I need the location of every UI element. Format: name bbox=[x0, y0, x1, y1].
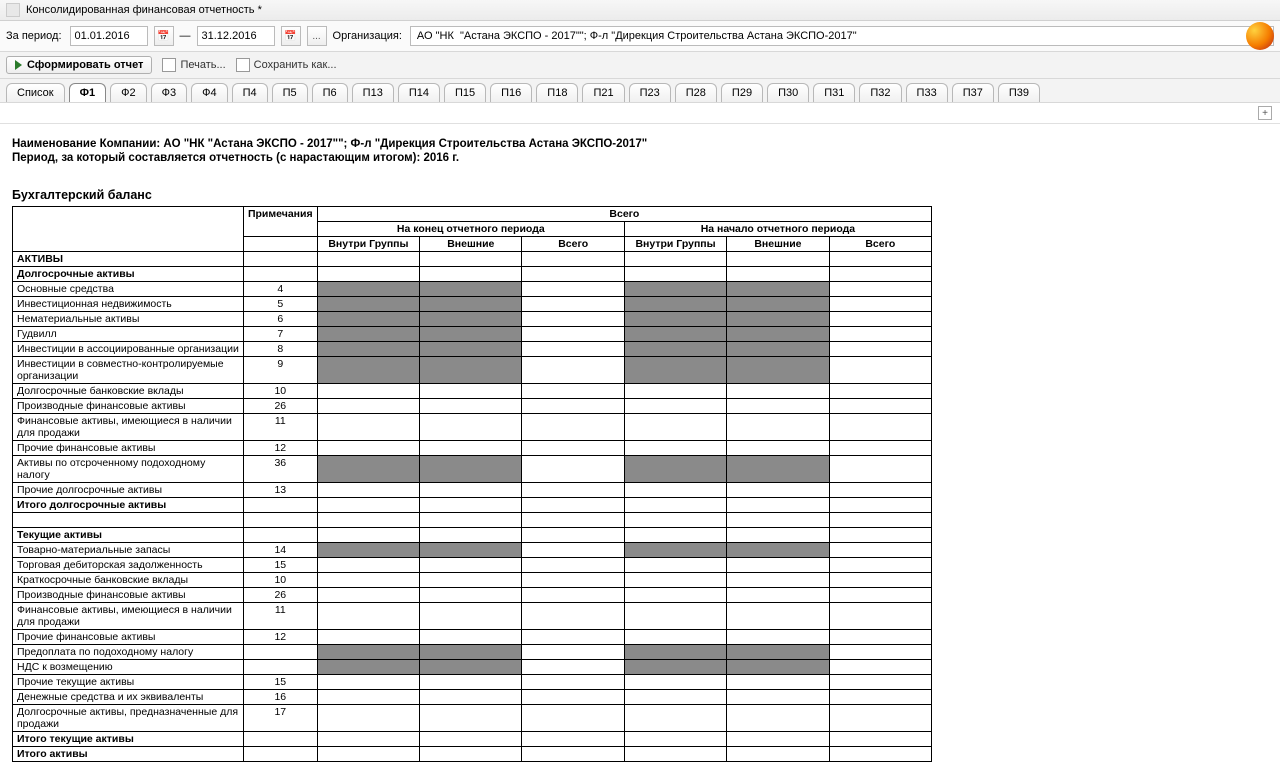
col-name-header bbox=[13, 207, 244, 252]
tab-Ф2[interactable]: Ф2 bbox=[110, 83, 146, 102]
toolbar: Сформировать отчет Печать... Сохранить к… bbox=[0, 52, 1280, 79]
notes-sub bbox=[243, 237, 317, 252]
tab-П15[interactable]: П15 bbox=[444, 83, 486, 102]
tab-П18[interactable]: П18 bbox=[536, 83, 578, 102]
col-total-header: Всего bbox=[317, 207, 931, 222]
table-row: Итого активы bbox=[13, 747, 932, 762]
tab-П29[interactable]: П29 bbox=[721, 83, 763, 102]
end-period-header: На конец отчетного периода bbox=[317, 222, 624, 237]
tab-Ф1[interactable]: Ф1 bbox=[69, 83, 107, 102]
balance-table: Примечания Всего На конец отчетного пери… bbox=[12, 206, 932, 762]
table-row: Инвестиционная недвижимость5 bbox=[13, 297, 932, 312]
table-row: Финансовые активы, имеющиеся в наличии д… bbox=[13, 414, 932, 441]
tab-П32[interactable]: П32 bbox=[859, 83, 901, 102]
table-row: Денежные средства и их эквиваленты16 bbox=[13, 690, 932, 705]
tab-П23[interactable]: П23 bbox=[629, 83, 671, 102]
company-line: Наименование Компании: АО "НК "Астана ЭК… bbox=[12, 138, 1268, 150]
organization-input[interactable] bbox=[410, 26, 1274, 46]
table-row: Производные финансовые активы26 bbox=[13, 399, 932, 414]
table-row bbox=[13, 513, 932, 528]
table-row: Основные средства4 bbox=[13, 282, 932, 297]
tab-П14[interactable]: П14 bbox=[398, 83, 440, 102]
table-row: Активы по отсроченному подоходному налог… bbox=[13, 456, 932, 483]
print-button[interactable]: Печать... bbox=[162, 58, 225, 72]
table-row: Производные финансовые активы26 bbox=[13, 588, 932, 603]
end-total: Всего bbox=[522, 237, 624, 252]
tabs-bar: СписокФ1Ф2 Ф3Ф4 П4П5П6П13П14П15П16П18П21 П2… bbox=[0, 79, 1280, 103]
table-row: Инвестиции в совместно-контролируемые ор… bbox=[13, 357, 932, 384]
filter-bar: За период: 📅 — 📅 ... Организация: bbox=[0, 21, 1280, 52]
section-title: Бухгалтерский баланс bbox=[12, 188, 1268, 202]
table-row: Гудвилл7 bbox=[13, 327, 932, 342]
beg-ingroup: Внутри Группы bbox=[624, 237, 726, 252]
brand-logo bbox=[1246, 22, 1274, 50]
table-row: Краткосрочные банковские вклады10 bbox=[13, 573, 932, 588]
generate-label: Сформировать отчет bbox=[27, 59, 143, 71]
date-from-input[interactable] bbox=[70, 26, 148, 46]
period-line: Период, за который составляется отчетнос… bbox=[12, 152, 1268, 164]
tab-П4[interactable]: П4 bbox=[232, 83, 268, 102]
tab-П33[interactable]: П33 bbox=[906, 83, 948, 102]
tab-П5[interactable]: П5 bbox=[272, 83, 308, 102]
save-as-button[interactable]: Сохранить как... bbox=[236, 58, 337, 72]
table-row: АКТИВЫ bbox=[13, 252, 932, 267]
table-row: НДС к возмещению bbox=[13, 660, 932, 675]
play-icon bbox=[15, 60, 22, 70]
table-row: Торговая дебиторская задолженность15 bbox=[13, 558, 932, 573]
tab-П30[interactable]: П30 bbox=[767, 83, 809, 102]
org-label: Организация: bbox=[333, 30, 402, 42]
table-row: Прочие финансовые активы12 bbox=[13, 630, 932, 645]
tab-П39[interactable]: П39 bbox=[998, 83, 1040, 102]
tab-П6[interactable]: П6 bbox=[312, 83, 348, 102]
table-row: Долгосрочные активы bbox=[13, 267, 932, 282]
tab-Ф3[interactable]: Ф3 bbox=[151, 83, 187, 102]
calendar-icon-from[interactable]: 📅 bbox=[154, 26, 174, 46]
table-row: Текущие активы bbox=[13, 528, 932, 543]
beg-external: Внешние bbox=[727, 237, 829, 252]
report-content: Наименование Компании: АО "НК "Астана ЭК… bbox=[0, 124, 1280, 782]
table-row: Долгосрочные активы, предназначенные для… bbox=[13, 705, 932, 732]
end-ingroup: Внутри Группы bbox=[317, 237, 419, 252]
begin-period-header: На начало отчетного периода bbox=[624, 222, 931, 237]
plus-expand-icon[interactable]: + bbox=[1258, 106, 1272, 120]
table-row: Итого текущие активы bbox=[13, 732, 932, 747]
period-label: За период: bbox=[6, 30, 62, 42]
table-row: Долгосрочные банковские вклады10 bbox=[13, 384, 932, 399]
period-ellipsis-button[interactable]: ... bbox=[307, 26, 327, 46]
generate-report-button[interactable]: Сформировать отчет bbox=[6, 56, 152, 74]
title-bar: Консолидированная финансовая отчетность … bbox=[0, 0, 1280, 21]
beg-total: Всего bbox=[829, 237, 931, 252]
window-title: Консолидированная финансовая отчетность … bbox=[26, 4, 262, 16]
table-row: Итого долгосрочные активы bbox=[13, 498, 932, 513]
tab-Список[interactable]: Список bbox=[6, 83, 65, 102]
tab-П13[interactable]: П13 bbox=[352, 83, 394, 102]
tab-П31[interactable]: П31 bbox=[813, 83, 855, 102]
app-icon bbox=[6, 3, 20, 17]
col-notes-header: Примечания bbox=[243, 207, 317, 237]
end-external: Внешние bbox=[420, 237, 522, 252]
tab-П28[interactable]: П28 bbox=[675, 83, 717, 102]
tab-Ф4[interactable]: Ф4 bbox=[191, 83, 227, 102]
tab-П21[interactable]: П21 bbox=[582, 83, 624, 102]
table-row: Прочие долгосрочные активы13 bbox=[13, 483, 932, 498]
printer-icon bbox=[162, 58, 176, 72]
table-row: Товарно-материальные запасы14 bbox=[13, 543, 932, 558]
table-row: Предоплата по подоходному налогу bbox=[13, 645, 932, 660]
table-row: Прочие текущие активы15 bbox=[13, 675, 932, 690]
table-row: Прочие финансовые активы12 bbox=[13, 441, 932, 456]
date-to-input[interactable] bbox=[197, 26, 275, 46]
date-separator: — bbox=[180, 30, 191, 42]
table-row: Финансовые активы, имеющиеся в наличии д… bbox=[13, 603, 932, 630]
tab-П16[interactable]: П16 bbox=[490, 83, 532, 102]
expand-strip: + bbox=[0, 103, 1280, 124]
table-row: Нематериальные активы6 bbox=[13, 312, 932, 327]
save-icon bbox=[236, 58, 250, 72]
calendar-icon-to[interactable]: 📅 bbox=[281, 26, 301, 46]
tab-П37[interactable]: П37 bbox=[952, 83, 994, 102]
table-row: Инвестиции в ассоциированные организации… bbox=[13, 342, 932, 357]
